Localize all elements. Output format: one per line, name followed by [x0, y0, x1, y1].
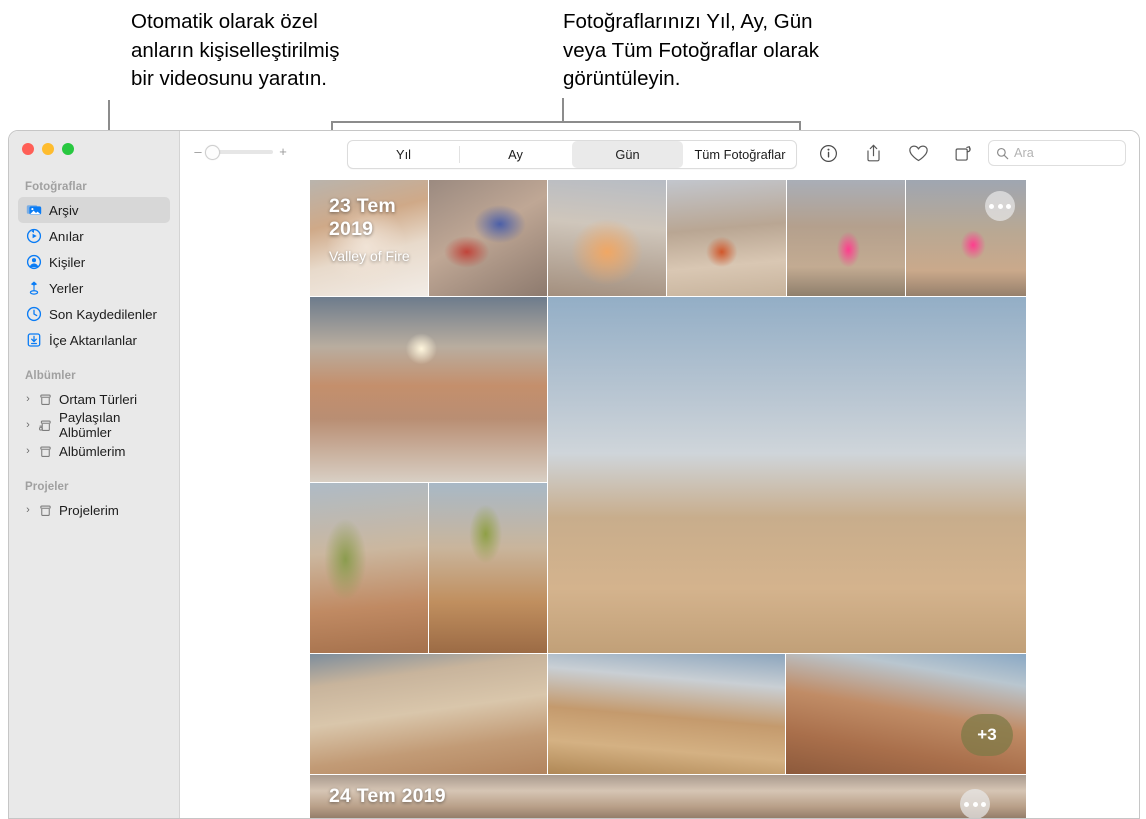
- dot: [1006, 204, 1011, 209]
- photo-thumbnail[interactable]: [667, 180, 786, 296]
- content-area: – + Yıl Ay Gün Tüm Fotoğraflar: [180, 131, 1139, 818]
- sidebar-item-son-kaydedilenler[interactable]: Son Kaydedilenler: [18, 301, 170, 327]
- photo-thumbnail[interactable]: +3: [786, 654, 1026, 774]
- imports-icon: [25, 332, 42, 349]
- sidebar-item-label: Anılar: [49, 229, 84, 244]
- photo-thumbnail[interactable]: [310, 483, 428, 653]
- callout-left-text: Otomatik olarak özel anların kişiselleşt…: [131, 8, 461, 94]
- album-box-icon: [37, 391, 54, 408]
- minimize-button[interactable]: [42, 143, 54, 155]
- people-icon: [25, 254, 42, 271]
- tab-ay[interactable]: Ay: [460, 141, 571, 168]
- photo-thumbnail[interactable]: [310, 297, 547, 482]
- sidebar-item-label: İçe Aktarılanlar: [49, 333, 137, 348]
- dot: [989, 204, 994, 209]
- tab-yil[interactable]: Yıl: [348, 141, 459, 168]
- photo-thumbnail[interactable]: [548, 654, 785, 774]
- sidebar-item-label: Albümlerim: [59, 444, 126, 459]
- photo-thumbnail[interactable]: [429, 180, 547, 296]
- sidebar-item-label: Kişiler: [49, 255, 85, 270]
- album-box-icon: [37, 502, 54, 519]
- callout-right-text: Fotoğraflarınızı Yıl, Ay, Gün veya Tüm F…: [563, 8, 963, 94]
- photo-thumbnail[interactable]: [787, 180, 905, 296]
- sidebar-item-label: Son Kaydedilenler: [49, 307, 157, 322]
- sidebar-item-anilar[interactable]: Anılar: [18, 223, 170, 249]
- favorite-heart-icon[interactable]: [906, 140, 930, 166]
- search-input-placeholder[interactable]: Ara: [1014, 146, 1034, 160]
- chevron-right-icon[interactable]: ›: [23, 419, 33, 431]
- sidebar: Fotoğraflar Arşiv: [9, 131, 180, 818]
- photo-thumbnail[interactable]: [310, 654, 547, 774]
- sidebar-item-kisiler[interactable]: Kişiler: [18, 249, 170, 275]
- photo-thumbnail[interactable]: [906, 180, 1026, 296]
- info-icon[interactable]: [816, 140, 840, 166]
- zoom-out-label[interactable]: –: [194, 144, 202, 159]
- more-options-button[interactable]: [960, 789, 990, 818]
- photo-thumbnail[interactable]: [429, 483, 547, 653]
- more-options-button[interactable]: [985, 191, 1015, 221]
- photo-thumbnail[interactable]: [548, 297, 1026, 653]
- sidebar-scroll[interactable]: Fotoğraflar Arşiv: [9, 173, 179, 818]
- chevron-right-icon[interactable]: ›: [23, 504, 33, 516]
- rotate-icon[interactable]: [951, 140, 975, 166]
- dot: [964, 802, 969, 807]
- overflow-count-badge[interactable]: +3: [961, 714, 1013, 756]
- zoom-slider-track[interactable]: [208, 150, 273, 154]
- sidebar-item-paylasilan-albumler[interactable]: › Paylaşılan Albümler: [18, 412, 170, 438]
- sidebar-item-ortam-turleri[interactable]: › Ortam Türleri: [18, 386, 170, 412]
- sidebar-item-label: Paylaşılan Albümler: [59, 410, 170, 440]
- sidebar-item-label: Projelerim: [59, 503, 119, 518]
- sidebar-item-arsiv[interactable]: Arşiv: [18, 197, 170, 223]
- photo-thumbnail[interactable]: 24 Tem 2019: [310, 775, 1026, 818]
- sidebar-group-albums-title: Albümler: [9, 353, 179, 386]
- sidebar-item-ice-aktarilanlar[interactable]: İçe Aktarılanlar: [18, 327, 170, 353]
- photo-thumbnail[interactable]: [548, 180, 666, 296]
- close-button[interactable]: [22, 143, 34, 155]
- places-pin-icon: [25, 280, 42, 297]
- search-icon: [996, 147, 1009, 160]
- zoom-slider[interactable]: – +: [194, 144, 287, 159]
- search-field[interactable]: Ara: [988, 140, 1126, 166]
- recents-clock-icon: [25, 306, 42, 323]
- sidebar-item-label: Yerler: [49, 281, 83, 296]
- zoom-button[interactable]: [62, 143, 74, 155]
- callout-right-bracket-top: [331, 121, 801, 123]
- photo-thumbnail[interactable]: 23 Tem 2019 Valley of Fire: [310, 180, 428, 296]
- chevron-right-icon[interactable]: ›: [23, 445, 33, 457]
- tab-tum-fotograflar[interactable]: Tüm Fotoğraflar: [684, 141, 796, 168]
- callout-right-line-vertical: [562, 98, 564, 122]
- photos-library-icon: [25, 202, 42, 219]
- chevron-right-icon[interactable]: ›: [23, 393, 33, 405]
- sidebar-group-photos-title: Fotoğraflar: [9, 173, 179, 197]
- sidebar-item-albumlerim[interactable]: › Albümlerim: [18, 438, 170, 464]
- tab-gun[interactable]: Gün: [572, 141, 683, 168]
- sidebar-item-yerler[interactable]: Yerler: [18, 275, 170, 301]
- sidebar-item-label: Arşiv: [49, 203, 79, 218]
- photos-app-window: Fotoğraflar Arşiv: [8, 130, 1140, 819]
- dot: [981, 802, 986, 807]
- window-controls[interactable]: [22, 143, 74, 155]
- photo-grid[interactable]: 23 Tem 2019 Valley of Fire: [310, 180, 1026, 818]
- dot: [998, 204, 1003, 209]
- memories-icon: [25, 228, 42, 245]
- zoom-slider-thumb[interactable]: [205, 145, 220, 160]
- dot: [973, 802, 978, 807]
- share-icon[interactable]: [861, 140, 885, 166]
- toolbar: – + Yıl Ay Gün Tüm Fotoğraflar: [180, 131, 1139, 180]
- toolbar-buttons: [816, 140, 975, 166]
- sidebar-group-projects-title: Projeler: [9, 464, 179, 497]
- sidebar-item-projelerim[interactable]: › Projelerim: [18, 497, 170, 523]
- shared-album-icon: [37, 417, 54, 434]
- album-box-icon: [37, 443, 54, 460]
- view-mode-segmented-control[interactable]: Yıl Ay Gün Tüm Fotoğraflar: [347, 140, 797, 169]
- zoom-in-label[interactable]: +: [279, 144, 287, 159]
- sidebar-item-label: Ortam Türleri: [59, 392, 137, 407]
